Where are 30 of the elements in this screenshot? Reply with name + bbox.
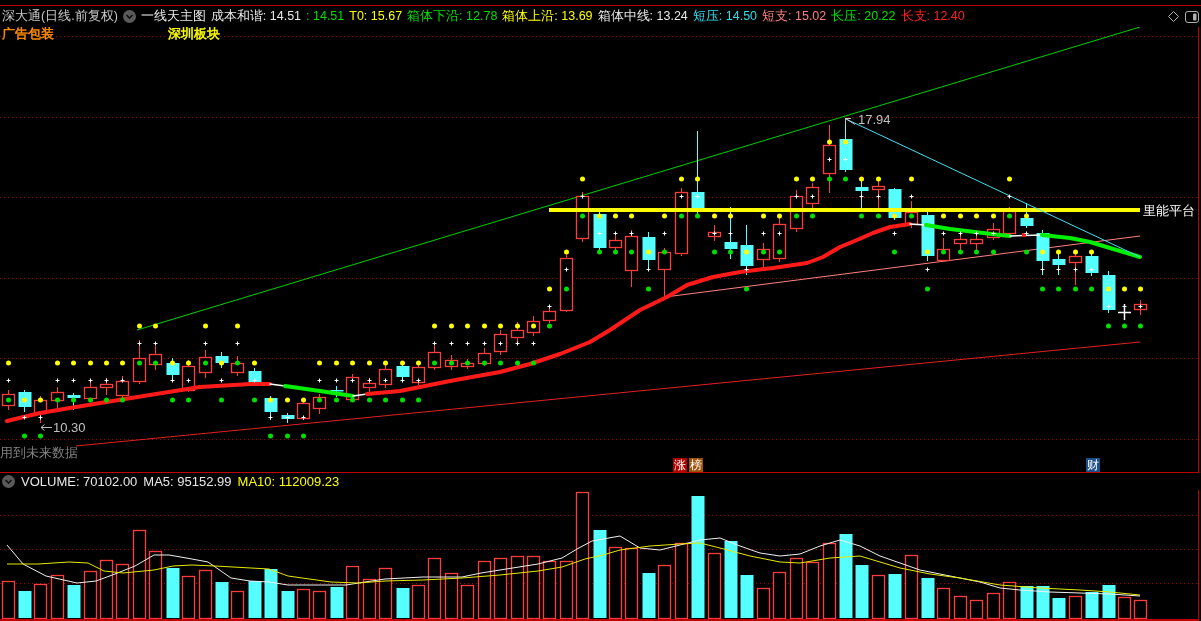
event-marker[interactable]: 榜 — [689, 458, 703, 472]
platform-label: 里能平台 — [1143, 203, 1195, 218]
sector-tag[interactable]: 广告包装 — [2, 27, 54, 41]
indicator-name[interactable]: 一线天主图 — [140, 10, 206, 23]
sector-tag[interactable]: 深圳板块 — [168, 27, 220, 41]
indicator-reading: : 14.51 — [306, 10, 345, 23]
volume-reading: MA10: 112009.23 — [237, 475, 340, 488]
panel-toggle-icon[interactable] — [1185, 10, 1199, 23]
volume-reading: VOLUME: 70102.00 — [21, 475, 138, 488]
event-marker[interactable]: 涨 — [673, 458, 687, 472]
indicator-reading: 长压: 20.22 — [831, 10, 896, 23]
volume-reading: MA5: 95152.99 — [143, 475, 232, 488]
indicator-reading: T0: 15.67 — [349, 10, 403, 23]
indicator-reading: 箱体下沿: 12.78 — [407, 10, 498, 23]
chevron-down-icon[interactable] — [122, 10, 136, 23]
low-price-label: 10.30 — [53, 420, 86, 435]
diamond-icon[interactable] — [1168, 11, 1179, 22]
high-price-label: 17.94 — [858, 112, 891, 127]
chart-title: 深大通(日线.前复权) — [2, 10, 118, 23]
indicator-reading: 箱体中线: 13.24 — [597, 10, 688, 23]
indicator-reading: 短压: 14.50 — [692, 10, 758, 23]
pointer-arrow — [845, 118, 856, 125]
event-marker[interactable]: 财 — [1086, 458, 1100, 472]
chevron-down-icon[interactable] — [2, 475, 15, 488]
pointer-arrow — [40, 424, 53, 431]
indicator-reading: 长支: 12.40 — [900, 10, 965, 23]
indicator-reading: 短支: 15.02 — [762, 10, 827, 23]
indicator-reading: 箱体上沿: 13.69 — [502, 10, 593, 23]
future-data-note: 用到未来数据 — [0, 445, 78, 460]
indicator-reading: 成本和谐: 14.51 — [210, 10, 302, 23]
